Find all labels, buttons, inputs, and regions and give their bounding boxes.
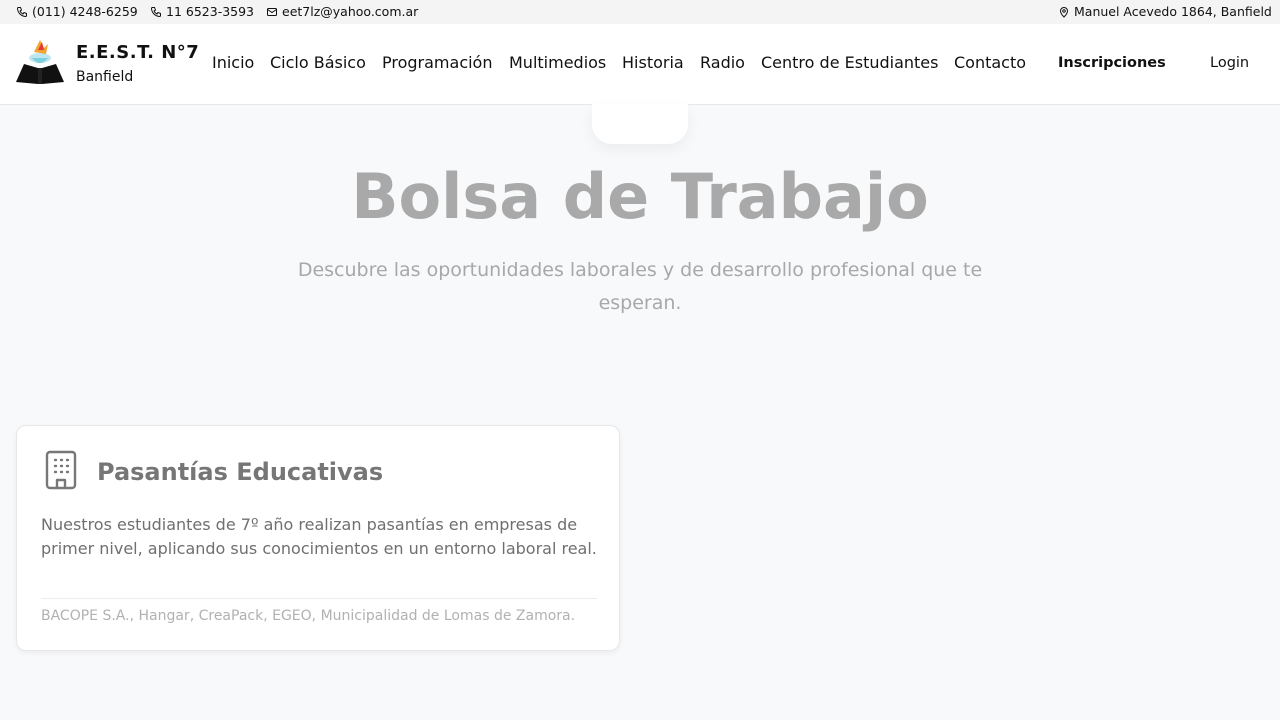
page-title: Bolsa de Trabajo [351,160,929,233]
nav-historia[interactable]: Historia [622,53,684,72]
internships-card: Pasantías Educativas Nuestros estudiante… [16,425,620,651]
card-divider [41,598,597,599]
address: Manuel Acevedo 1864, Banfield [1058,4,1272,19]
login-button[interactable]: Login [1210,55,1249,71]
map-pin-icon [1059,6,1069,18]
building-icon [45,450,77,490]
nav-multimedios[interactable]: Multimedios [509,53,606,72]
inscripciones-button[interactable]: Inscripciones [1058,55,1166,71]
brand-subtitle: Banfield [76,69,134,85]
page-subtitle: Descubre las oportunidades laborales y d… [297,259,983,314]
nav-inicio[interactable]: Inicio [212,53,254,72]
nav-radio[interactable]: Radio [700,53,745,72]
nav-centro-estudiantes[interactable]: Centro de Estudiantes [761,53,938,72]
card-companies: BACOPE S.A., Hangar, CreaPack, EGEO, Mun… [41,608,576,624]
phone-2-text: 11 6523-3593 [166,4,255,19]
mail-icon [267,7,277,16]
phone-icon [16,6,27,17]
card-title: Pasantías Educativas [97,458,384,486]
card-description: Nuestros estudiantes de 7º año realizan … [41,515,597,558]
phone-1[interactable]: (011) 4248-6259 [16,4,138,19]
address-text: Manuel Acevedo 1864, Banfield [1074,4,1272,19]
site-header: E.E.S.T. N°7 Banfield Inicio Ciclo Básic… [0,24,1280,105]
phone-1-text: (011) 4248-6259 [32,4,138,19]
school-logo[interactable] [14,38,66,90]
hero-badge [592,104,688,144]
nav-contacto[interactable]: Contacto [954,53,1026,72]
phone-2[interactable]: 11 6523-3593 [150,4,254,19]
email-text: eet7lz@yahoo.com.ar [282,4,419,19]
email-link[interactable]: eet7lz@yahoo.com.ar [266,4,418,19]
nav-ciclo-basico[interactable]: Ciclo Básico [270,53,366,72]
contact-bar: (011) 4248-6259 11 6523-3593 eet7lz@yaho… [0,0,1280,24]
brand-title[interactable]: E.E.S.T. N°7 [76,42,199,63]
phone-icon [150,6,161,17]
nav-programacion[interactable]: Programación [382,53,492,72]
